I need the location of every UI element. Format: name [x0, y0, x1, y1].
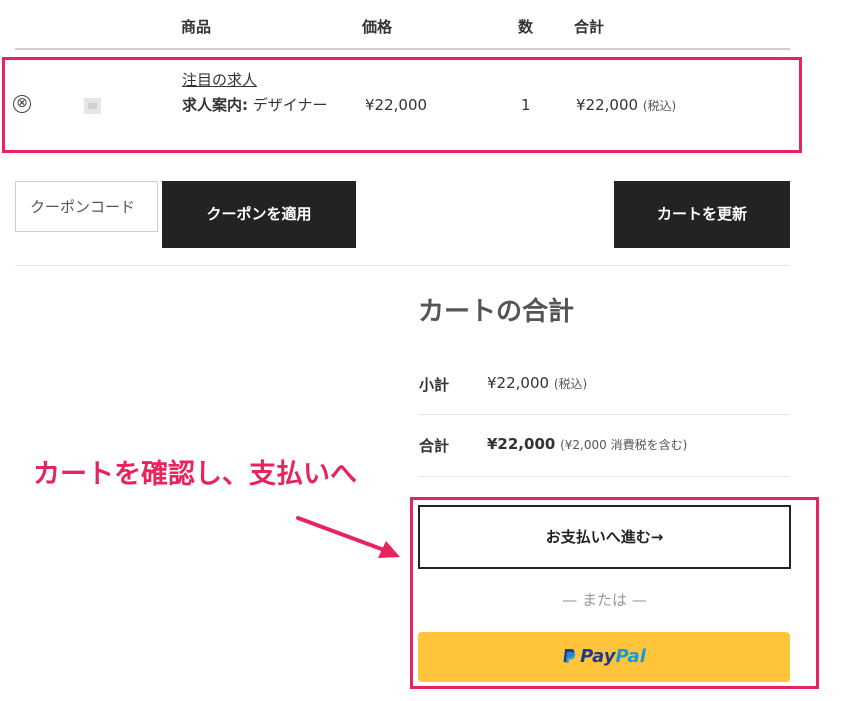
item-price: ¥22,000	[365, 96, 428, 114]
or-separator: — または —	[562, 591, 647, 609]
subtotal-amount: ¥22,000 (税込)	[487, 374, 587, 392]
column-header-price: 価格	[362, 18, 393, 36]
column-header-quantity: 数	[518, 18, 534, 36]
item-subtotal-tax-note: (税込)	[642, 99, 677, 113]
product-thumbnail-placeholder-icon[interactable]	[84, 98, 101, 114]
item-quantity[interactable]: 1	[521, 96, 531, 114]
product-meta-value: デザイナー	[252, 96, 328, 114]
totals-divider	[418, 414, 790, 415]
product-name-link[interactable]: 注目の求人	[182, 69, 257, 90]
total-tax-note: (¥2,000 消費税を含む)	[560, 438, 688, 452]
column-header-product: 商品	[181, 18, 212, 36]
annotation-arrow-icon	[296, 516, 400, 558]
annotation-text: カートを確認し、支払いへ	[33, 459, 357, 490]
subtotal-label: 小計	[419, 376, 450, 394]
cart-totals-title: カートの合計	[418, 297, 575, 327]
update-cart-button[interactable]: カートを更新	[614, 181, 790, 248]
header-divider	[15, 48, 790, 50]
totals-divider-bottom	[418, 476, 790, 477]
column-header-total: 合計	[574, 18, 605, 36]
remove-item-icon[interactable]: ⊗	[13, 95, 31, 113]
total-amount: ¥22,000 (¥2,000 消費税を含む)	[487, 435, 687, 453]
item-subtotal: ¥22,000 (税込)	[576, 96, 676, 114]
paypal-button[interactable]: PayPal	[418, 632, 790, 682]
apply-coupon-button[interactable]: クーポンを適用	[162, 181, 356, 248]
paypal-text-pal: Pal	[615, 646, 646, 667]
product-meta: 求人案内: デザイナー	[182, 94, 344, 117]
paypal-logo-icon	[563, 649, 576, 663]
proceed-to-checkout-button[interactable]: お支払いへ進む→	[418, 505, 791, 569]
total-value: ¥22,000	[487, 435, 556, 453]
subtotal-value: ¥22,000	[487, 374, 550, 392]
paypal-text-pay: Pay	[580, 646, 616, 667]
subtotal-tax-note: (税込)	[553, 377, 588, 391]
item-subtotal-value: ¥22,000	[576, 96, 639, 114]
product-meta-label: 求人案内:	[182, 96, 248, 114]
section-divider	[15, 265, 790, 266]
total-label: 合計	[419, 437, 450, 455]
coupon-code-input[interactable]: クーポンコード	[15, 181, 158, 232]
